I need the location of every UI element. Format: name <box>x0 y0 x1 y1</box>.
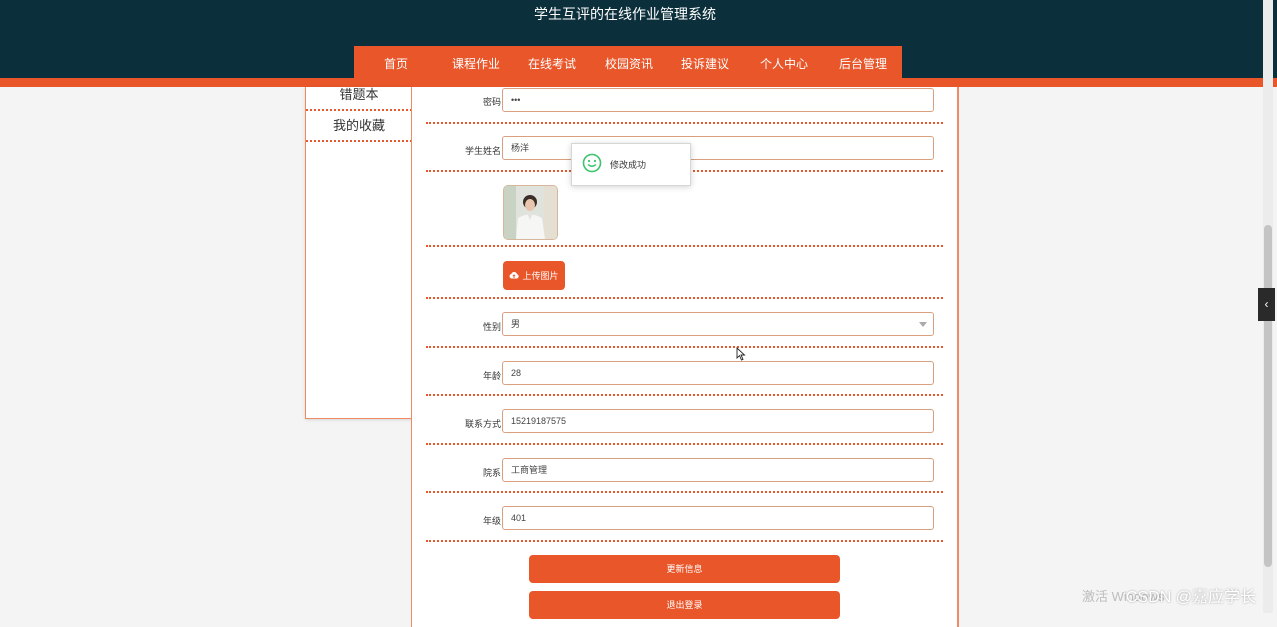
nav-complaints[interactable]: 投诉建议 <box>681 55 729 72</box>
scrollbar-thumb[interactable] <box>1264 225 1272 567</box>
grade-label: 年级 <box>482 516 501 526</box>
sidebar-item-wrong-questions[interactable]: 错题本 <box>306 87 412 111</box>
gender-select[interactable]: 男 <box>502 312 934 336</box>
department-label: 院系 <box>482 468 501 478</box>
gender-row: 性别 男 <box>426 297 943 348</box>
password-label: 密码 <box>482 97 501 107</box>
header-accent-strip <box>0 78 1277 87</box>
grade-field[interactable]: 401 <box>502 506 934 530</box>
contact-label: 联系方式 <box>464 419 501 429</box>
chevron-left-icon[interactable]: ‹ <box>1258 288 1275 321</box>
logout-button[interactable]: 退出登录 <box>529 591 840 619</box>
nav-course-homework[interactable]: 课程作业 <box>452 55 500 72</box>
department-field[interactable]: 工商管理 <box>502 458 934 482</box>
contact-row: 联系方式 15219187575 <box>426 394 943 445</box>
success-toast: 修改成功 <box>571 143 691 186</box>
avatar-image <box>503 185 558 240</box>
smile-icon <box>582 153 602 176</box>
update-info-button[interactable]: 更新信息 <box>529 555 840 583</box>
age-row: 年龄 28 <box>426 346 943 396</box>
name-field[interactable]: 杨洋 <box>502 136 934 160</box>
upload-image-label: 上传图片 <box>522 271 559 281</box>
name-label: 学生姓名 <box>464 146 501 156</box>
age-field[interactable]: 28 <box>502 361 934 385</box>
main-nav: 首页 课程作业 在线考试 校园资讯 投诉建议 个人中心 后台管理 <box>354 46 902 78</box>
nav-personal-center[interactable]: 个人中心 <box>760 55 808 72</box>
mouse-cursor-icon <box>736 346 746 364</box>
nav-home[interactable]: 首页 <box>384 55 408 72</box>
chevron-down-icon <box>919 322 927 327</box>
cloud-upload-icon <box>509 271 520 281</box>
csdn-credit: CSDN @嘉应学长 <box>1126 589 1257 606</box>
upload-image-button[interactable]: 上传图片 <box>503 261 565 290</box>
nav-online-exam[interactable]: 在线考试 <box>528 55 576 72</box>
contact-field[interactable]: 15219187575 <box>502 409 934 433</box>
site-title: 学生互评的在线作业管理系统 <box>534 6 716 22</box>
nav-campus-news[interactable]: 校园资讯 <box>605 55 653 72</box>
department-row: 院系 工商管理 <box>426 443 943 493</box>
toast-message: 修改成功 <box>610 160 647 170</box>
sidebar: 错题本 我的收藏 <box>305 87 413 419</box>
sidebar-item-favorites[interactable]: 我的收藏 <box>306 111 412 142</box>
grade-row: 年级 401 <box>426 491 943 542</box>
gender-label: 性别 <box>482 322 501 332</box>
age-label: 年龄 <box>482 371 501 381</box>
nav-admin[interactable]: 后台管理 <box>839 55 887 72</box>
password-row: 密码 ••• <box>426 87 943 124</box>
password-field[interactable]: ••• <box>502 88 934 112</box>
gender-value: 男 <box>511 319 521 329</box>
